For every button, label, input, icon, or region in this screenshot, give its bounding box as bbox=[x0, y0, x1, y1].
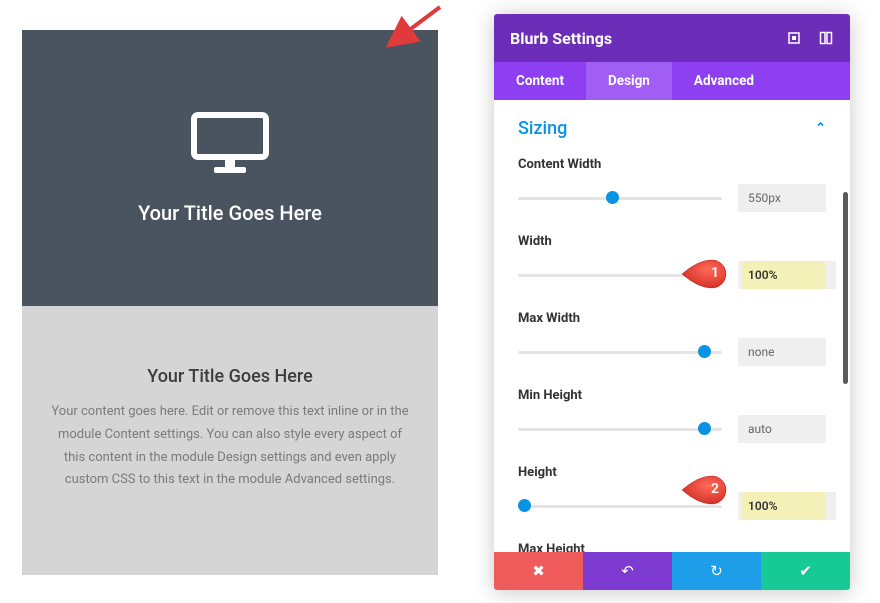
monitor-icon bbox=[190, 111, 270, 179]
preview-hero: Your Title Goes Here bbox=[22, 30, 438, 306]
panel-footer: ✖ ↶ ↻ ✔ bbox=[494, 552, 850, 590]
redo-button[interactable]: ↻ bbox=[672, 552, 761, 590]
option-label: Min Height bbox=[518, 388, 826, 403]
option-content-width: Content Width 550px bbox=[518, 157, 826, 212]
tab-advanced[interactable]: Advanced bbox=[672, 62, 776, 100]
preview-subtitle: Your Title Goes Here bbox=[50, 366, 410, 387]
chevron-up-icon: ⌃ bbox=[815, 121, 826, 136]
preview-body: Your Title Goes Here Your content goes h… bbox=[22, 306, 438, 575]
panel-header[interactable]: Blurb Settings bbox=[494, 14, 850, 62]
max-width-slider[interactable] bbox=[518, 345, 722, 359]
min-height-value[interactable]: auto bbox=[738, 415, 826, 443]
callout-2: 2 bbox=[680, 474, 728, 506]
cancel-button[interactable]: ✖ bbox=[494, 552, 583, 590]
undo-button[interactable]: ↶ bbox=[583, 552, 672, 590]
option-height: Height 100% bbox=[518, 465, 826, 520]
annotation-arrow bbox=[384, 3, 444, 51]
max-width-value[interactable]: none bbox=[738, 338, 826, 366]
preview-title: Your Title Goes Here bbox=[138, 201, 322, 225]
section-sizing-header[interactable]: Sizing ⌃ bbox=[518, 118, 826, 139]
save-button[interactable]: ✔ bbox=[761, 552, 850, 590]
option-label: Width bbox=[518, 234, 826, 249]
expand-icon[interactable] bbox=[786, 30, 802, 46]
option-width: Width 100% bbox=[518, 234, 826, 289]
panel-tabs: Content Design Advanced bbox=[494, 62, 850, 100]
option-max-width: Max Width none bbox=[518, 311, 826, 366]
min-height-slider[interactable] bbox=[518, 422, 722, 436]
option-max-height: Max Height bbox=[518, 542, 826, 552]
tab-design[interactable]: Design bbox=[586, 62, 672, 100]
panel-scrollbar[interactable] bbox=[843, 192, 848, 384]
option-label: Max Height bbox=[518, 542, 826, 552]
option-label: Height bbox=[518, 465, 826, 480]
content-width-value[interactable]: 550px bbox=[738, 184, 826, 212]
redo-icon: ↻ bbox=[710, 562, 723, 580]
snap-icon[interactable] bbox=[818, 30, 834, 46]
tab-content[interactable]: Content bbox=[494, 62, 586, 100]
panel-title: Blurb Settings bbox=[510, 29, 612, 48]
close-icon: ✖ bbox=[532, 562, 545, 580]
height-value[interactable]: 100% bbox=[738, 492, 826, 520]
preview-body-text: Your content goes here. Edit or remove t… bbox=[50, 401, 410, 492]
module-preview: Your Title Goes Here Your Title Goes Her… bbox=[22, 30, 438, 575]
option-label: Max Width bbox=[518, 311, 826, 326]
option-min-height: Min Height auto bbox=[518, 388, 826, 443]
content-width-slider[interactable] bbox=[518, 191, 722, 205]
blurb-settings-panel: Blurb Settings Content Design Advanced S… bbox=[494, 14, 850, 590]
callout-1: 1 bbox=[680, 258, 728, 290]
section-title: Sizing bbox=[518, 118, 567, 139]
callout-number: 1 bbox=[711, 265, 719, 281]
panel-body: Sizing ⌃ Content Width 550px Width 100% bbox=[494, 100, 850, 552]
undo-icon: ↶ bbox=[621, 562, 634, 580]
callout-number: 2 bbox=[711, 481, 719, 497]
option-label: Content Width bbox=[518, 157, 826, 172]
check-icon: ✔ bbox=[799, 562, 812, 580]
width-value[interactable]: 100% bbox=[738, 261, 826, 289]
